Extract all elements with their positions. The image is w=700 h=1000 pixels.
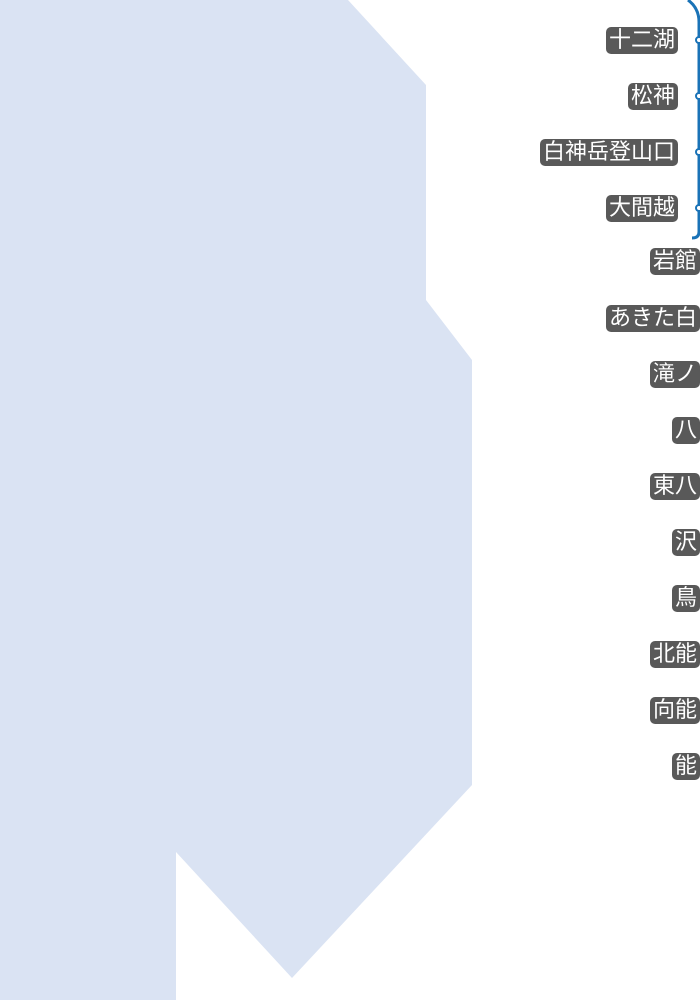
station-label[interactable]: 滝ノ [649,361,700,388]
land-region [0,0,472,1000]
station-label[interactable]: 十二湖 [605,27,678,54]
station-label[interactable]: 北能 [649,641,700,668]
station-label[interactable]: あきた白 [605,305,700,332]
station-marker[interactable] [695,92,700,100]
route-map: 十二湖 松神 白神岳登山口 大間越 岩館 あきた白 滝ノ 八 東八 沢 鳥 北能… [0,0,700,1000]
station-marker[interactable] [695,204,700,212]
station-label[interactable]: 大間越 [605,195,678,222]
station-label[interactable]: 白神岳登山口 [539,139,678,166]
station-label[interactable]: 沢 [671,529,700,556]
railway-line [687,0,700,240]
station-marker[interactable] [695,36,700,44]
station-label[interactable]: 能 [671,753,700,780]
station-label[interactable]: 鳥 [671,585,700,612]
station-label[interactable]: 向能 [649,697,700,724]
station-label[interactable]: 八 [671,417,700,444]
station-label[interactable]: 岩館 [649,248,700,275]
station-label[interactable]: 東八 [649,473,700,500]
station-label[interactable]: 松神 [627,83,678,110]
station-marker[interactable] [695,148,700,156]
